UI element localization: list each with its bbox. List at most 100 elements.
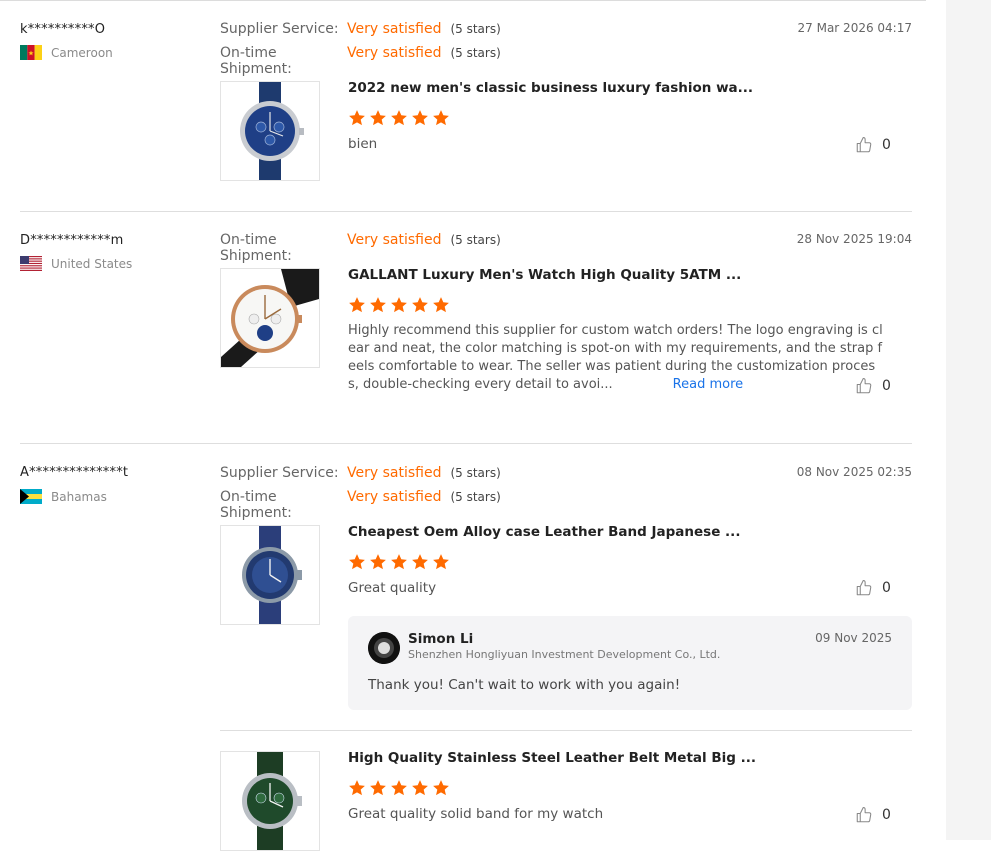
review-comment: Great quality — [348, 580, 437, 596]
rating-value: Very satisfied — [347, 465, 442, 481]
comment-line: ear and neat, the color matching is spot… — [348, 341, 883, 356]
buyer-name: k**********O — [20, 22, 106, 37]
star-icon — [391, 110, 407, 126]
star-icon — [370, 297, 386, 313]
product-thumbnail[interactable] — [220, 751, 320, 851]
review-card: A**************t Bahamas Supplier Servic… — [0, 444, 926, 851]
like-count: 0 — [882, 378, 891, 394]
like-button[interactable]: 0 — [855, 136, 891, 154]
product-star-rating — [348, 779, 450, 797]
review-date: 08 Nov 2025 02:35 — [796, 465, 912, 479]
rating-label: On-time Shipment: — [220, 45, 292, 77]
star-icon — [370, 554, 386, 570]
bahamas-flag-icon — [20, 489, 42, 504]
reply-text: Thank you! Can't wait to work with you a… — [368, 677, 681, 693]
star-icon — [370, 110, 386, 126]
reply-author: Simon Li — [408, 631, 474, 647]
read-more-link[interactable]: Read more — [673, 377, 743, 392]
product-title[interactable]: High Quality Stainless Steel Leather Bel… — [348, 750, 756, 766]
thumbs-up-icon — [856, 136, 872, 153]
buyer-country: United States — [20, 256, 132, 271]
thumbs-up-icon — [856, 806, 872, 823]
comment-line-last: s, double-checking every detail to avoi.… — [348, 376, 868, 394]
like-button[interactable]: 0 — [855, 377, 891, 395]
like-button[interactable]: 0 — [855, 579, 891, 597]
buyer-name: A**************t — [20, 465, 129, 480]
review-date: 28 Nov 2025 19:04 — [796, 232, 912, 246]
rating-value: Very satisfied — [347, 232, 442, 248]
product-title[interactable]: 2022 new men's classic business luxury f… — [348, 80, 753, 96]
right-gutter — [946, 0, 991, 840]
rating-label: Supplier Service: — [220, 465, 339, 481]
review-comment: Highly recommend this supplier for custo… — [348, 322, 883, 394]
rating-label: On-time Shipment: — [220, 489, 292, 521]
review-date: 27 Mar 2026 04:17 — [797, 21, 912, 35]
rating-supplier-service: Supplier Service: Very satisfied (5 star… — [220, 465, 501, 481]
thumbs-up-icon — [856, 579, 872, 596]
star-icon — [349, 297, 365, 313]
like-count: 0 — [882, 807, 891, 823]
star-icon — [349, 780, 365, 796]
star-icon — [412, 297, 428, 313]
review-card: k**********O Cameroon Supplier Service: … — [0, 0, 926, 212]
product-title[interactable]: Cheapest Oem Alloy case Leather Band Jap… — [348, 524, 740, 540]
reply-company: Shenzhen Hongliyuan Investment Developme… — [408, 648, 721, 661]
rating-value: Very satisfied — [347, 21, 442, 37]
country-label: Bahamas — [51, 489, 107, 504]
like-count: 0 — [882, 137, 891, 153]
product-star-rating — [348, 296, 450, 314]
rating-ontime-shipment: On-time Shipment: Very satisfied (5 star… — [220, 489, 501, 521]
reply-date: 09 Nov 2025 — [815, 631, 892, 645]
usa-flag-icon — [20, 256, 42, 271]
star-icon — [370, 780, 386, 796]
avatar — [368, 632, 400, 664]
review-comment: bien — [348, 136, 378, 152]
country-label: Cameroon — [51, 45, 113, 60]
rating-supplier-service: Supplier Service: Very satisfied (5 star… — [220, 21, 501, 37]
star-icon — [349, 110, 365, 126]
rating-stars-text: (5 stars) — [450, 22, 501, 36]
star-icon — [433, 110, 449, 126]
product-divider — [220, 730, 912, 731]
buyer-country: Bahamas — [20, 489, 107, 504]
star-icon — [412, 110, 428, 126]
comment-line: s, double-checking every detail to avoi.… — [348, 377, 613, 392]
star-icon — [433, 554, 449, 570]
buyer-name: D************m — [20, 233, 124, 248]
country-label: United States — [51, 256, 133, 271]
rating-value: Very satisfied — [347, 489, 442, 505]
buyer-country: Cameroon — [20, 45, 113, 60]
product-title[interactable]: GALLANT Luxury Men's Watch High Quality … — [348, 267, 741, 283]
rating-stars-text: (5 stars) — [450, 466, 501, 480]
product-thumbnail[interactable] — [220, 525, 320, 625]
rating-stars-text: (5 stars) — [450, 233, 501, 247]
rating-ontime-shipment: On-time Shipment: Very satisfied (5 star… — [220, 232, 501, 264]
rating-stars-text: (5 stars) — [450, 46, 501, 60]
review-card: D************m United States On-time Shi… — [0, 212, 926, 444]
product-star-rating — [348, 553, 450, 571]
like-count: 0 — [882, 580, 891, 596]
star-icon — [433, 780, 449, 796]
star-icon — [349, 554, 365, 570]
thumbs-up-icon — [856, 377, 872, 394]
star-icon — [433, 297, 449, 313]
star-icon — [391, 554, 407, 570]
star-icon — [412, 554, 428, 570]
comment-line: eels comfortable to wear. The seller was… — [348, 359, 876, 374]
cameroon-flag-icon — [20, 45, 42, 60]
rating-label: On-time Shipment: — [220, 232, 292, 264]
rating-stars-text: (5 stars) — [450, 490, 501, 504]
rating-label: Supplier Service: — [220, 21, 339, 37]
product-star-rating — [348, 109, 450, 127]
rating-value: Very satisfied — [347, 45, 442, 61]
rating-ontime-shipment: On-time Shipment: Very satisfied (5 star… — [220, 45, 501, 77]
review-comment: Great quality solid band for my watch — [348, 806, 604, 822]
star-icon — [391, 297, 407, 313]
product-thumbnail[interactable] — [220, 268, 320, 368]
product-thumbnail[interactable] — [220, 81, 320, 181]
comment-line: Highly recommend this supplier for custo… — [348, 323, 883, 338]
supplier-reply: Simon Li Shenzhen Hongliyuan Investment … — [348, 616, 912, 710]
star-icon — [391, 780, 407, 796]
star-icon — [412, 780, 428, 796]
like-button[interactable]: 0 — [855, 806, 891, 824]
